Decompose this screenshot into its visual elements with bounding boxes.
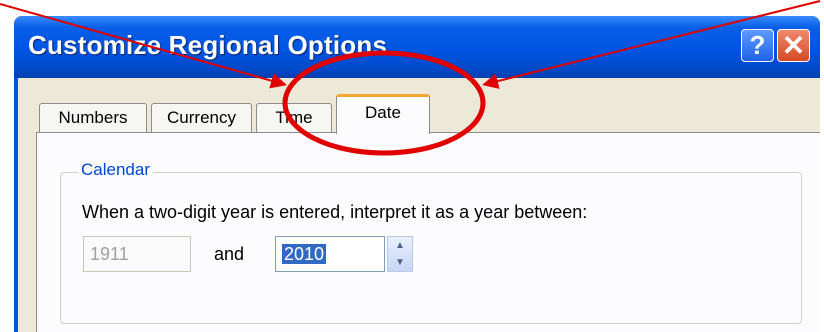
close-icon[interactable]: ✕: [777, 29, 810, 62]
min-year-field: 1911: [83, 236, 191, 272]
calendar-group-label: Calendar: [78, 160, 153, 180]
max-year-input[interactable]: 2010: [275, 236, 385, 272]
tab-time[interactable]: Time: [256, 103, 332, 132]
title-bar: Customize Regional Options ? ✕: [14, 16, 820, 78]
tab-numbers[interactable]: Numbers: [39, 103, 147, 132]
dialog-title: Customize Regional Options: [28, 30, 388, 60]
and-label: and: [214, 244, 245, 264]
tab-currency[interactable]: Currency: [151, 103, 252, 132]
spin-down-icon[interactable]: ▼: [388, 254, 412, 271]
max-year-value: 2010: [282, 244, 327, 264]
two-digit-year-instruction: When a two-digit year is entered, interp…: [82, 202, 588, 222]
year-spinner[interactable]: ▲ ▼: [387, 236, 413, 272]
tab-date[interactable]: Date: [336, 94, 430, 134]
help-icon[interactable]: ?: [741, 29, 774, 62]
spin-up-icon[interactable]: ▲: [388, 237, 412, 254]
